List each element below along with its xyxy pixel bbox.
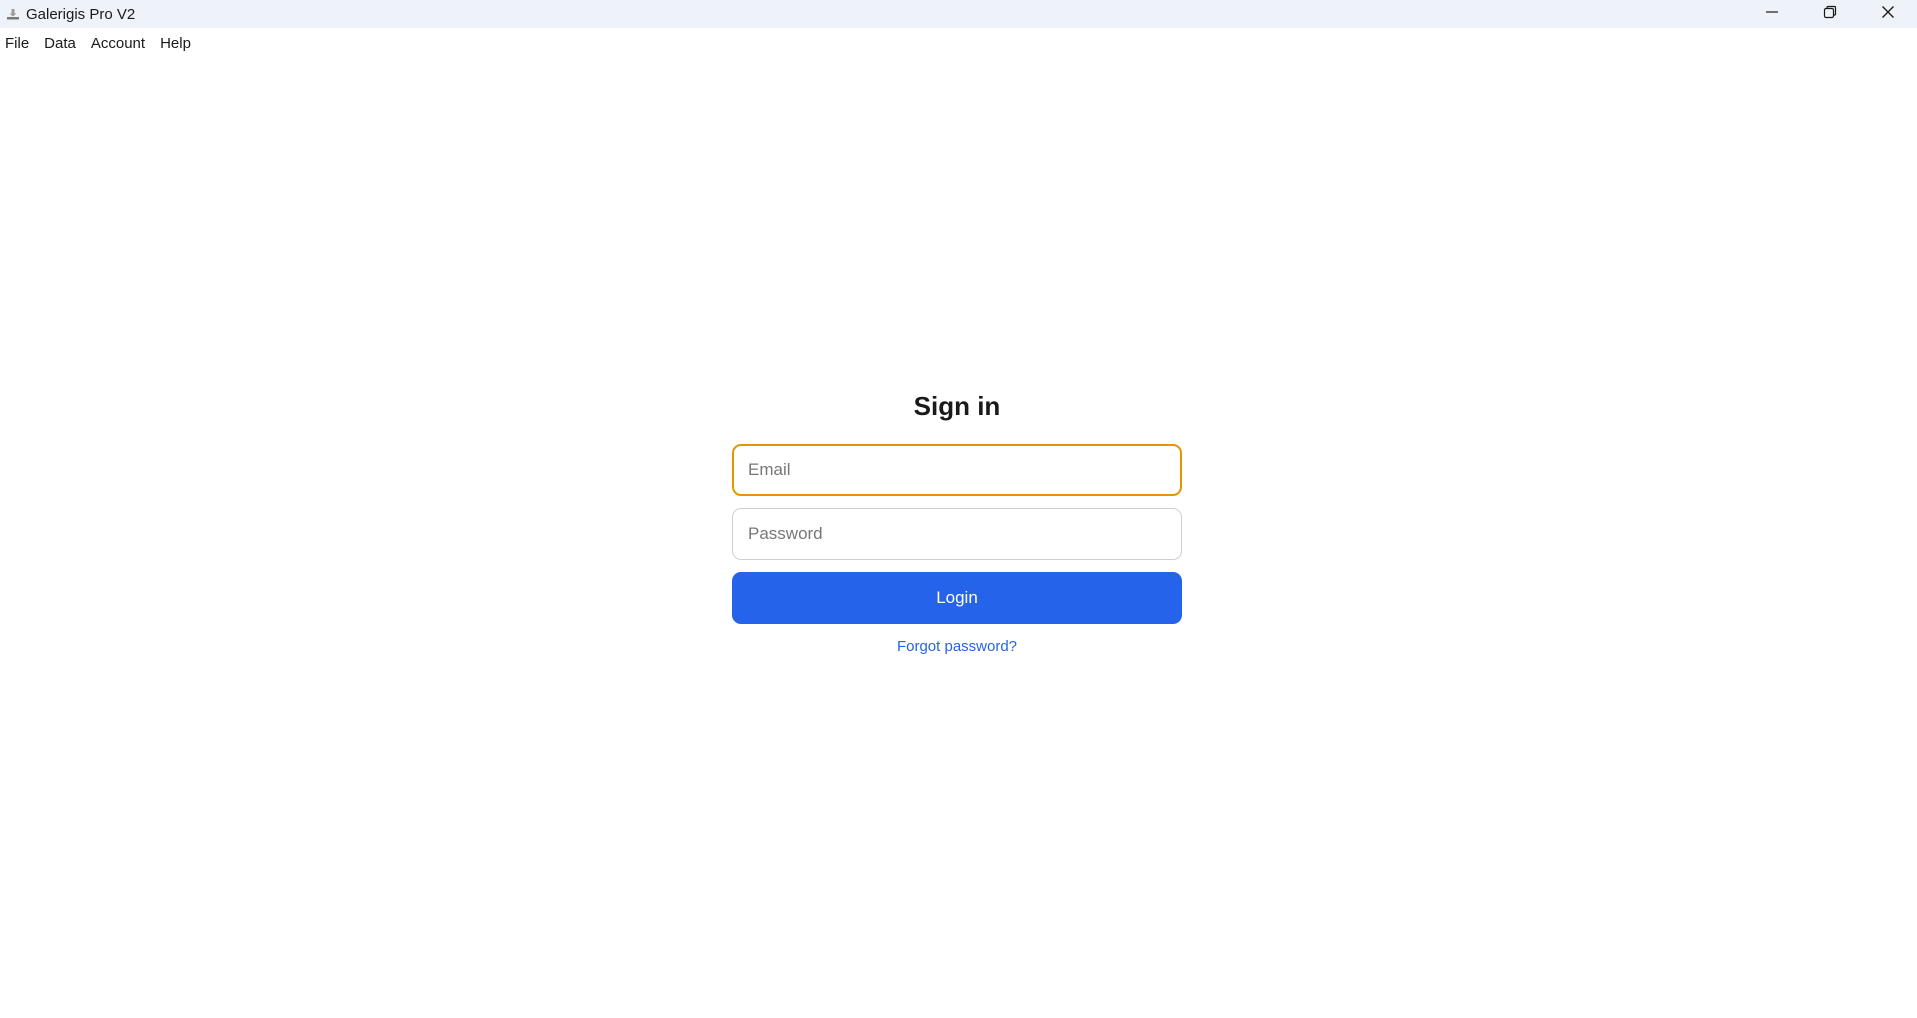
restore-button[interactable] xyxy=(1801,0,1859,28)
menu-data[interactable]: Data xyxy=(39,30,82,58)
email-field[interactable] xyxy=(732,444,1182,496)
app-icon xyxy=(6,7,20,21)
minimize-icon xyxy=(1765,5,1779,24)
close-button[interactable] xyxy=(1859,0,1917,28)
title-bar: Galerigis Pro V2 xyxy=(0,0,1917,28)
menu-account[interactable]: Account xyxy=(86,30,151,58)
sign-in-form: Sign in Login Forgot password? xyxy=(732,388,1182,655)
password-field[interactable] xyxy=(732,508,1182,560)
sign-in-heading: Sign in xyxy=(913,391,1001,421)
minimize-button[interactable] xyxy=(1743,0,1801,28)
close-icon xyxy=(1881,5,1895,24)
restore-icon xyxy=(1823,5,1837,24)
menu-file[interactable]: File xyxy=(0,30,35,58)
window-controls xyxy=(1743,0,1917,28)
menu-help[interactable]: Help xyxy=(155,30,197,58)
login-button[interactable]: Login xyxy=(732,572,1182,624)
window-title: Galerigis Pro V2 xyxy=(26,5,136,23)
menu-bar: File Data Account Help xyxy=(0,30,201,58)
forgot-password-link[interactable]: Forgot password? xyxy=(732,638,1182,655)
